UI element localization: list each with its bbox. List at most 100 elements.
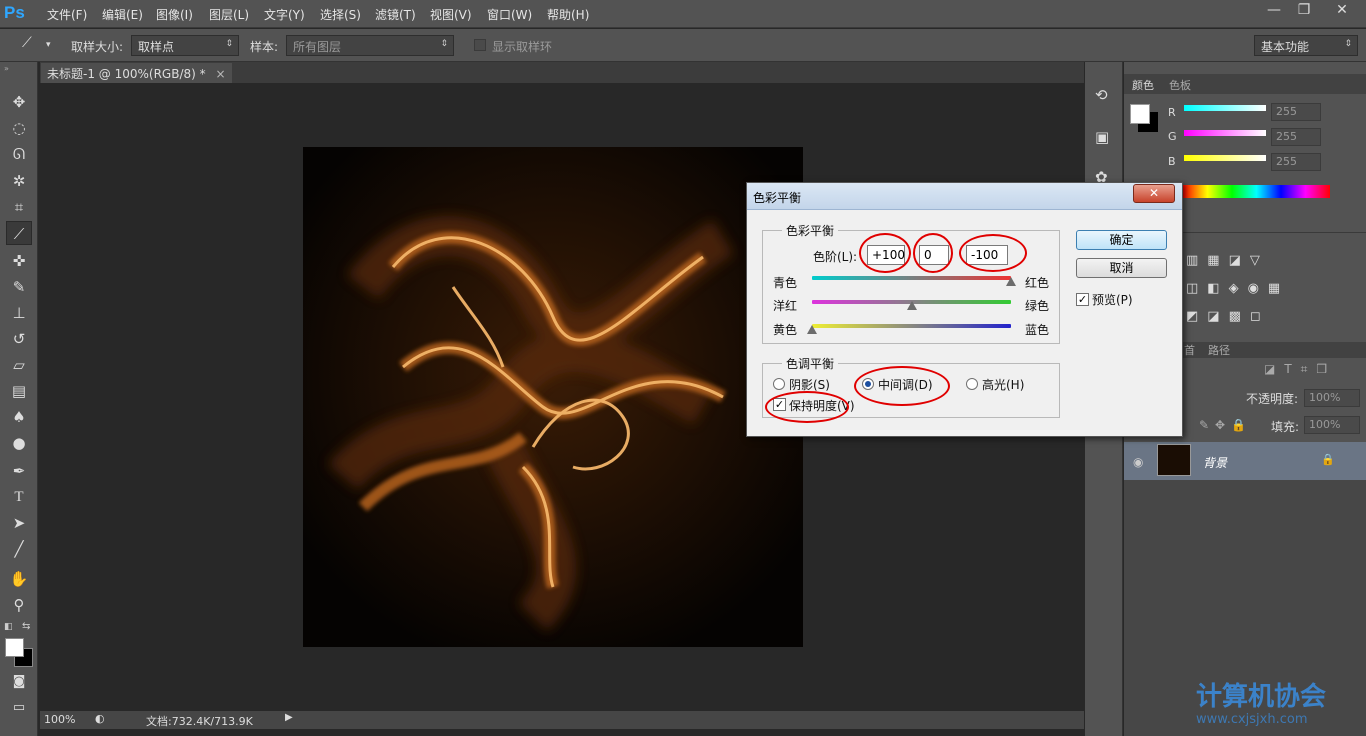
dodge-tool-icon[interactable]: ●	[6, 431, 32, 455]
default-colors-icon[interactable]: ◧	[4, 622, 13, 632]
status-menu-arrow-icon[interactable]: ▶	[285, 712, 293, 723]
dialog-title-bar[interactable]: 色彩平衡 ✕	[747, 183, 1182, 210]
layer-visibility-eye-icon[interactable]: ◉	[1133, 455, 1143, 469]
tab-color[interactable]: 颜色	[1132, 77, 1154, 93]
document-tab-title: 未标题-1 @ 100%(RGB/8) *	[47, 67, 206, 81]
pen-tool-icon[interactable]: ✒	[6, 459, 32, 483]
adjustment-icons-row-3[interactable]: ◩◪▩◻	[1186, 309, 1270, 324]
sample-size-select[interactable]: 取样点 ⇕	[131, 35, 239, 56]
lasso-tool-icon[interactable]: ᘏ	[6, 142, 32, 166]
magic-wand-tool-icon[interactable]: ✲	[6, 169, 32, 193]
type-tool-icon[interactable]: T	[6, 485, 32, 509]
menu-image[interactable]: 图像(I)	[156, 6, 193, 23]
brush-tool-icon[interactable]: ✎	[6, 275, 32, 299]
green-label: 绿色	[1025, 299, 1050, 313]
show-ring-label: 显示取样环	[492, 40, 553, 54]
blue-value-field[interactable]: 255	[1271, 153, 1321, 171]
cyan-red-slider-thumb[interactable]	[1006, 277, 1016, 286]
menu-type[interactable]: 文字(Y)	[264, 6, 305, 23]
sample-select[interactable]: 所有图层 ⇕	[286, 35, 454, 56]
lock-icons[interactable]: ✎✥🔒	[1199, 418, 1252, 432]
close-window-button[interactable]: ✕	[1320, 0, 1364, 20]
fill-field[interactable]: 100%	[1304, 416, 1360, 434]
status-info-icon[interactable]: ◐	[95, 712, 105, 725]
highlights-radio[interactable]	[966, 378, 978, 390]
blue-channel-slider[interactable]	[1184, 155, 1266, 161]
dialog-close-button[interactable]: ✕	[1133, 184, 1175, 203]
photoshop-logo-icon: Ps	[4, 3, 25, 22]
sample-label: 样本:	[250, 40, 279, 54]
history-panel-icon[interactable]: ⟲	[1095, 86, 1108, 104]
color-balance-group-title: 色彩平衡	[782, 222, 839, 239]
layer-name[interactable]: 背景	[1203, 454, 1227, 471]
hand-tool-icon[interactable]: ✋	[6, 567, 32, 591]
adjustment-icons-row-2[interactable]: ◫◧◈◉▦	[1186, 281, 1289, 296]
tab-paths[interactable]: 路径	[1208, 342, 1230, 358]
opacity-field[interactable]: 100%	[1304, 389, 1360, 407]
document-canvas[interactable]	[303, 147, 803, 647]
swap-colors-icon[interactable]: ⇆	[22, 621, 30, 632]
color-spectrum-bar[interactable]	[1183, 185, 1330, 198]
green-channel-slider[interactable]	[1184, 130, 1266, 136]
cancel-button[interactable]: 取消	[1076, 258, 1167, 278]
layer-filter-icons[interactable]: ◪T⌗❒	[1264, 362, 1336, 377]
eraser-tool-icon[interactable]: ▱	[6, 353, 32, 377]
gradient-tool-icon[interactable]: ▤	[6, 379, 32, 403]
menu-layer[interactable]: 图层(L)	[209, 6, 249, 23]
ok-button[interactable]: 确定	[1076, 230, 1167, 250]
screen-mode-icon[interactable]: ▭	[6, 696, 32, 720]
red-channel-slider[interactable]	[1184, 105, 1266, 111]
menu-window[interactable]: 窗口(W)	[487, 6, 532, 23]
menu-edit[interactable]: 编辑(E)	[102, 6, 143, 23]
menu-select[interactable]: 选择(S)	[320, 6, 361, 23]
panel-fg-color-swatch[interactable]	[1130, 104, 1150, 124]
menu-bar: Ps 文件(F) 编辑(E) 图像(I) 图层(L) 文字(Y) 选择(S) 滤…	[0, 0, 1366, 28]
healing-brush-tool-icon[interactable]: ✜	[6, 249, 32, 273]
chevron-updown-icon: ⇕	[440, 39, 448, 49]
quick-mask-icon[interactable]: ◙	[6, 670, 32, 694]
shadows-radio[interactable]	[773, 378, 785, 390]
workspace-select[interactable]: 基本功能 ⇕	[1254, 35, 1358, 56]
show-ring-checkbox[interactable]	[474, 39, 486, 51]
highlights-label[interactable]: 高光(H)	[982, 376, 1024, 393]
line-tool-icon[interactable]: ╱	[6, 537, 32, 561]
marquee-tool-icon[interactable]: ◌	[6, 116, 32, 140]
tab-close-icon[interactable]: ×	[215, 67, 225, 81]
green-value-field[interactable]: 255	[1271, 128, 1321, 146]
blur-tool-icon[interactable]: ♠	[6, 405, 32, 429]
chevron-down-icon[interactable]: ▾	[46, 40, 51, 50]
red-value-field[interactable]: 255	[1271, 103, 1321, 121]
magenta-green-slider-thumb[interactable]	[906, 301, 917, 310]
cyan-red-slider[interactable]	[812, 276, 1011, 280]
zoom-tool-icon[interactable]: ⚲	[6, 593, 32, 617]
properties-panel-icon[interactable]: ▣	[1095, 128, 1109, 146]
preview-checkbox[interactable]: ✓	[1076, 293, 1089, 306]
adjustment-icons-row-1[interactable]: ▥▦◪▽	[1186, 253, 1269, 268]
yellow-blue-slider-thumb[interactable]	[807, 325, 817, 334]
collapse-icon[interactable]: »	[4, 64, 9, 73]
menu-file[interactable]: 文件(F)	[47, 6, 87, 23]
tab-channels-partial[interactable]: 首	[1184, 342, 1195, 358]
crop-tool-icon[interactable]: ⌗	[6, 195, 32, 219]
menu-filter[interactable]: 滤镜(T)	[375, 6, 416, 23]
preview-label[interactable]: 预览(P)	[1092, 291, 1133, 308]
opacity-label: 不透明度:	[1246, 392, 1299, 406]
tab-swatches[interactable]: 色板	[1169, 77, 1191, 93]
eyedropper-tool-icon[interactable]: ⟋	[6, 221, 32, 245]
path-select-tool-icon[interactable]: ➤	[6, 511, 32, 535]
menu-help[interactable]: 帮助(H)	[547, 6, 589, 23]
document-tab[interactable]: 未标题-1 @ 100%(RGB/8) * ×	[41, 63, 232, 83]
options-bar: ⟋ ▾ 取样大小: 取样点 ⇕ 样本: 所有图层 ⇕ 显示取样环 基本功能 ⇕	[0, 29, 1366, 62]
sample-size-value: 取样点	[138, 40, 175, 54]
red-channel-label: R	[1168, 106, 1176, 119]
move-tool-icon[interactable]: ✥	[6, 90, 32, 114]
foreground-color-swatch[interactable]	[5, 638, 24, 657]
status-bar: 100% ◐ 文档:732.4K/713.9K ▶	[40, 711, 1084, 729]
restore-button[interactable]: ❐	[1286, 0, 1322, 20]
eyedropper-icon[interactable]: ⟋	[22, 35, 42, 55]
menu-view[interactable]: 视图(V)	[430, 6, 472, 23]
history-brush-tool-icon[interactable]: ↺	[6, 327, 32, 351]
stamp-tool-icon[interactable]: ⊥	[6, 301, 32, 325]
yellow-blue-slider[interactable]	[812, 324, 1011, 328]
zoom-level[interactable]: 100%	[44, 713, 75, 726]
